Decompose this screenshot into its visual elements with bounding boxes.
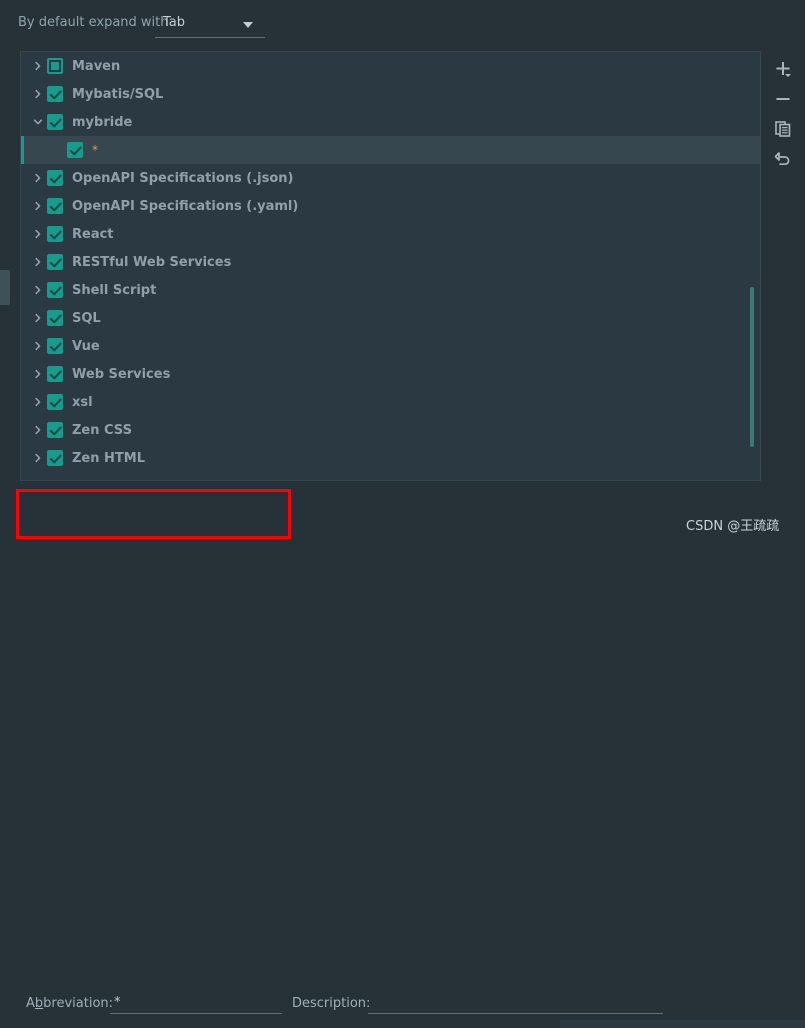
- remove-template-button[interactable]: [767, 85, 799, 113]
- checkbox-checked[interactable]: [47, 86, 63, 102]
- revert-icon: [774, 152, 790, 166]
- chevron-down-icon: [243, 22, 253, 28]
- checkbox-checked[interactable]: [47, 450, 63, 466]
- chevron-right-icon[interactable]: [29, 229, 47, 239]
- chevron-down-icon[interactable]: [29, 117, 47, 127]
- checkbox-checked[interactable]: [67, 142, 83, 158]
- template-detail-form: Abbreviation: * Description:: [0, 486, 805, 1028]
- checkbox-checked[interactable]: [47, 226, 63, 242]
- tree-row[interactable]: Maven: [21, 52, 760, 80]
- tree-row-label: xsl: [72, 394, 93, 410]
- description-underline: [368, 1013, 663, 1014]
- expand-with-label: By default expand with: [18, 15, 169, 30]
- checkbox-checked[interactable]: [47, 338, 63, 354]
- add-template-button[interactable]: [767, 55, 799, 83]
- description-label: Description:: [292, 996, 371, 1011]
- checkbox-checked[interactable]: [47, 394, 63, 410]
- tree-toolbar: [760, 51, 805, 481]
- live-templates-tree[interactable]: Maven Mybatis/SQL mybride * OpenAPI Specific…: [20, 51, 760, 481]
- checkbox-checked[interactable]: [47, 366, 63, 382]
- tree-scrollbar-thumb[interactable]: [750, 287, 754, 447]
- tree-scrollbar[interactable]: [749, 52, 755, 480]
- chevron-right-icon[interactable]: [29, 89, 47, 99]
- tree-row[interactable]: Vue: [21, 332, 760, 360]
- bottom-panel-strip: [560, 1020, 805, 1028]
- abbreviation-underline: [110, 1013, 282, 1014]
- checkbox-checked[interactable]: [47, 282, 63, 298]
- tree-row-label: React: [72, 226, 114, 242]
- tree-row-label: Mybatis/SQL: [72, 86, 164, 102]
- tree-row[interactable]: Zen HTML: [21, 444, 760, 472]
- tree-row-label: RESTful Web Services: [72, 254, 232, 270]
- abbreviation-label-part2: breviation:: [43, 996, 114, 1011]
- tree-row[interactable]: *: [21, 136, 760, 164]
- tree-row-label: Web Services: [72, 366, 171, 382]
- chevron-right-icon[interactable]: [29, 173, 47, 183]
- chevron-right-icon[interactable]: [29, 257, 47, 267]
- checkbox-checked[interactable]: [47, 114, 63, 130]
- tree-row-label: OpenAPI Specifications (.yaml): [72, 198, 299, 214]
- chevron-right-icon[interactable]: [29, 425, 47, 435]
- chevron-right-icon[interactable]: [29, 285, 47, 295]
- combo-underline: [155, 37, 265, 38]
- tree-row[interactable]: OpenAPI Specifications (.json): [21, 164, 760, 192]
- abbreviation-value: *: [114, 995, 121, 1010]
- tree-row[interactable]: mybride: [21, 108, 760, 136]
- tree-row[interactable]: xsl: [21, 388, 760, 416]
- tree-row-label: *: [92, 143, 98, 157]
- tree-row-label: Maven: [72, 58, 121, 74]
- tree-row[interactable]: Mybatis/SQL: [21, 80, 760, 108]
- abbreviation-input[interactable]: *: [110, 994, 282, 1014]
- tree-row-label: Zen CSS: [72, 422, 132, 438]
- expand-with-selected-value: Tab: [163, 15, 186, 30]
- chevron-right-icon[interactable]: [29, 61, 47, 71]
- revert-template-button[interactable]: [767, 145, 799, 173]
- checkbox-checked[interactable]: [47, 254, 63, 270]
- tree-row-label: Shell Script: [72, 282, 157, 298]
- tree-row-label: SQL: [72, 310, 101, 326]
- chevron-right-icon[interactable]: [29, 397, 47, 407]
- checkbox-checked[interactable]: [47, 422, 63, 438]
- chevron-right-icon[interactable]: [29, 369, 47, 379]
- tree-row[interactable]: Web Services: [21, 360, 760, 388]
- plus-icon: [776, 62, 791, 77]
- tree-row[interactable]: RESTful Web Services: [21, 248, 760, 276]
- tree-row-label: Zen HTML: [72, 450, 145, 466]
- tree-row-label: mybride: [72, 114, 133, 130]
- abbreviation-label-mnemonic: b: [34, 996, 44, 1011]
- tree-row[interactable]: React: [21, 220, 760, 248]
- chevron-right-icon[interactable]: [29, 313, 47, 323]
- description-input[interactable]: [368, 994, 663, 1014]
- tree-row[interactable]: OpenAPI Specifications (.yaml): [21, 192, 760, 220]
- checkbox-checked[interactable]: [47, 170, 63, 186]
- minus-icon: [776, 98, 790, 100]
- abbreviation-label-part1: A: [26, 996, 35, 1011]
- tree-row[interactable]: Zen CSS: [21, 416, 760, 444]
- tree-row-label: OpenAPI Specifications (.json): [72, 170, 294, 186]
- abbreviation-label: Abbreviation:: [26, 996, 113, 1011]
- tree-row-label: Vue: [72, 338, 100, 354]
- copy-icon: [775, 121, 791, 137]
- checkbox-checked[interactable]: [47, 310, 63, 326]
- expand-with-dropdown[interactable]: Tab: [155, 10, 265, 38]
- chevron-right-icon[interactable]: [29, 341, 47, 351]
- left-edge-accent-tab: [0, 270, 10, 305]
- duplicate-template-button[interactable]: [767, 115, 799, 143]
- checkbox-indeterminate[interactable]: [47, 58, 63, 74]
- tree-row[interactable]: Shell Script: [21, 276, 760, 304]
- chevron-right-icon[interactable]: [29, 453, 47, 463]
- tree-row[interactable]: SQL: [21, 304, 760, 332]
- settings-header: By default expand with Tab: [0, 0, 805, 48]
- checkbox-checked[interactable]: [47, 198, 63, 214]
- tree-row-container: Maven Mybatis/SQL mybride * OpenAPI Specific…: [21, 52, 760, 472]
- chevron-right-icon[interactable]: [29, 201, 47, 211]
